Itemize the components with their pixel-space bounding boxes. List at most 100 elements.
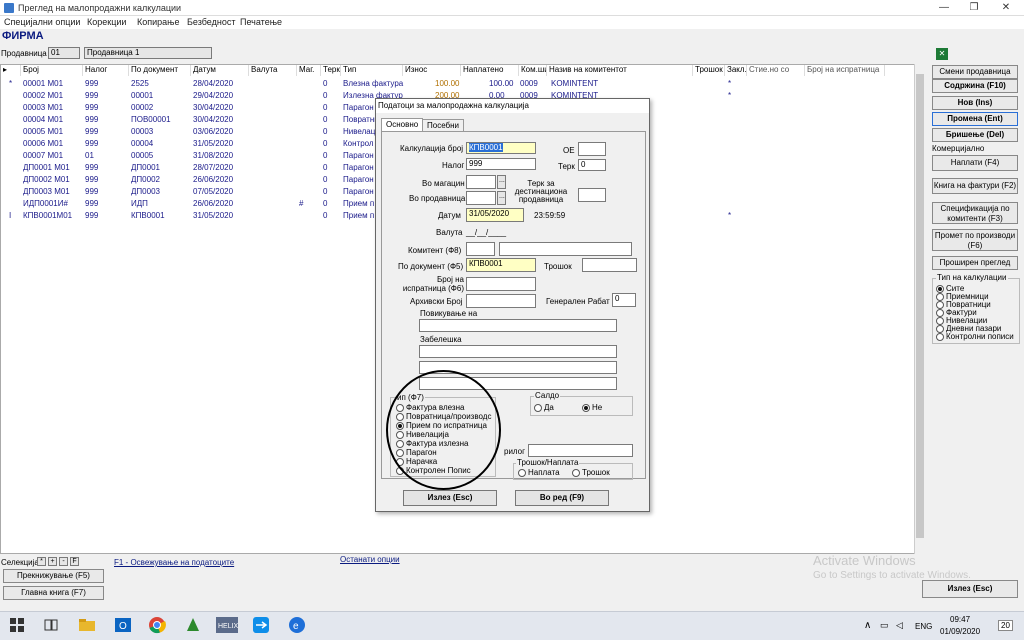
column-header[interactable]: Број на испратница: [805, 65, 885, 76]
column-header[interactable]: Број: [21, 65, 83, 76]
menu-special-options[interactable]: Специјални опции: [4, 17, 80, 27]
notification-badge[interactable]: 20: [998, 620, 1013, 631]
product-turnover-button[interactable]: Промет по производи (F6): [932, 229, 1018, 251]
archive-number-label: Архивски Број: [410, 297, 463, 306]
tab-basic[interactable]: Основно: [381, 118, 424, 131]
browser-icon[interactable]: e: [288, 616, 306, 634]
calc-number-field[interactable]: КПВ0001: [469, 143, 503, 152]
contents-button[interactable]: Содржина (F10): [932, 79, 1018, 93]
terk-dest-field[interactable]: [578, 188, 606, 202]
archive-number-field[interactable]: [466, 294, 536, 308]
client-code-field[interactable]: [466, 242, 495, 256]
by-document-field[interactable]: КПВ0001: [466, 258, 536, 272]
column-header[interactable]: Датум: [191, 65, 249, 76]
tab-special[interactable]: Посебни: [422, 119, 465, 131]
selection-remove-button[interactable]: -: [59, 557, 68, 566]
dispatch-number-field[interactable]: [466, 277, 536, 291]
store-code-field[interactable]: 01: [48, 47, 80, 59]
file-explorer-icon[interactable]: [78, 616, 96, 634]
dialog-exit-button[interactable]: Излез (Esc): [403, 490, 497, 506]
balance-no[interactable]: Не: [582, 403, 602, 412]
network-icon[interactable]: ▭: [880, 620, 889, 631]
table-row[interactable]: * 00001 M01 999 2525 28/04/2020 0 Влезна факту…: [1, 78, 886, 90]
menu-copy[interactable]: Копирање: [137, 17, 179, 27]
selection-filter-button[interactable]: F: [70, 557, 79, 566]
cost-field[interactable]: [582, 258, 637, 272]
collect-button[interactable]: Наплати (F4): [932, 155, 1018, 171]
column-header[interactable]: Закл.: [725, 65, 747, 76]
selection-label: Селекција: [1, 558, 39, 567]
column-header[interactable]: Наплатено: [461, 65, 519, 76]
store-dest-field[interactable]: [466, 191, 496, 205]
terk-field[interactable]: 0: [578, 159, 606, 171]
change-store-button[interactable]: Смени продавница: [932, 65, 1018, 79]
cell-nalog: 999: [85, 175, 99, 184]
refresh-link[interactable]: F1 - Освежување на податоците: [114, 558, 234, 567]
attachment-field[interactable]: [528, 444, 633, 457]
helix-app-icon[interactable]: HELIX: [216, 616, 238, 634]
column-header[interactable]: Износ: [403, 65, 461, 76]
warehouse-field[interactable]: [466, 175, 496, 189]
new-button[interactable]: Нов (Ins): [932, 96, 1018, 110]
oe-field[interactable]: [578, 142, 606, 156]
delete-button[interactable]: Бришење (Del): [932, 128, 1018, 142]
dialog-ok-button[interactable]: Во ред (F9): [515, 490, 609, 506]
other-options-link[interactable]: Останати опции: [340, 555, 400, 564]
column-header[interactable]: Валута: [249, 65, 297, 76]
app-green-icon[interactable]: [184, 616, 202, 634]
chrome-icon[interactable]: [148, 616, 166, 634]
extended-view-button[interactable]: Проширен преглед: [932, 256, 1018, 270]
cell-tip: Парагон: [343, 163, 374, 172]
teamviewer-icon[interactable]: [252, 616, 270, 634]
note-line-1[interactable]: [419, 345, 617, 358]
outlook-icon[interactable]: O: [114, 616, 132, 634]
clock-time[interactable]: 09:47: [950, 615, 970, 624]
column-header[interactable]: Трошок: [693, 65, 725, 76]
menu-security[interactable]: Безбедност: [187, 17, 235, 27]
close-button[interactable]: ✕: [990, 0, 1022, 16]
column-header[interactable]: Ком.ши: [519, 65, 547, 76]
balance-yes[interactable]: Да: [534, 403, 554, 412]
menu-print[interactable]: Печатење: [240, 17, 282, 27]
column-header[interactable]: Терк: [321, 65, 341, 76]
rebooking-button[interactable]: Прекнижување (F5): [3, 569, 104, 583]
warehouse-lookup-button[interactable]: ...: [497, 175, 506, 189]
main-exit-button[interactable]: Излез (Esc): [922, 580, 1018, 598]
reference-field[interactable]: [419, 319, 617, 332]
volume-icon[interactable]: ◁: [896, 620, 903, 631]
selection-all-button[interactable]: *: [37, 557, 46, 566]
general-ledger-button[interactable]: Главна книга (F7): [3, 586, 104, 600]
client-name-field[interactable]: [499, 242, 632, 256]
column-header[interactable]: По документ: [129, 65, 191, 76]
minimize-button[interactable]: —: [928, 0, 960, 16]
column-header[interactable]: Маг.: [297, 65, 321, 76]
option-collection[interactable]: Наплата: [518, 468, 560, 477]
column-header[interactable]: Тип: [341, 65, 403, 76]
column-header[interactable]: Налог: [83, 65, 129, 76]
clock-date[interactable]: 01/09/2020: [940, 627, 980, 636]
menu-bar: Специјални опции Корекции Копирање Безбе…: [0, 16, 1024, 29]
tray-chevron-icon[interactable]: ∧: [864, 620, 871, 631]
excel-icon[interactable]: ✕: [936, 48, 948, 60]
currency-date-field[interactable]: __/__/____: [466, 228, 506, 237]
option-cost[interactable]: Трошок: [572, 468, 610, 477]
language-indicator[interactable]: ENG: [915, 622, 932, 631]
order-field[interactable]: 999: [466, 158, 536, 170]
column-header-marker: ▸: [1, 65, 21, 76]
invoice-book-button[interactable]: Книга на фактури (F2): [932, 178, 1018, 194]
windows-start-icon[interactable]: [8, 616, 26, 634]
store-lookup-button[interactable]: ...: [497, 191, 506, 205]
filter-control-inventories[interactable]: Контролни пописи: [936, 332, 1014, 341]
date-field[interactable]: 31/05/2020: [466, 208, 524, 222]
selection-add-button[interactable]: +: [48, 557, 57, 566]
client-spec-button[interactable]: Спецификација по комитенти (F3): [932, 202, 1018, 224]
task-view-icon[interactable]: [42, 616, 60, 634]
maximize-button[interactable]: ❐: [958, 0, 990, 16]
general-discount-field[interactable]: 0: [612, 293, 636, 307]
menu-corrections[interactable]: Корекции: [87, 17, 126, 27]
column-header[interactable]: Назив на комитентот: [547, 65, 693, 76]
cell-terk: 0: [323, 103, 328, 112]
edit-button[interactable]: Промена (Ent): [932, 112, 1018, 126]
column-header[interactable]: Стие.но со: [747, 65, 805, 76]
grid-scroll-thumb[interactable]: [916, 74, 924, 538]
